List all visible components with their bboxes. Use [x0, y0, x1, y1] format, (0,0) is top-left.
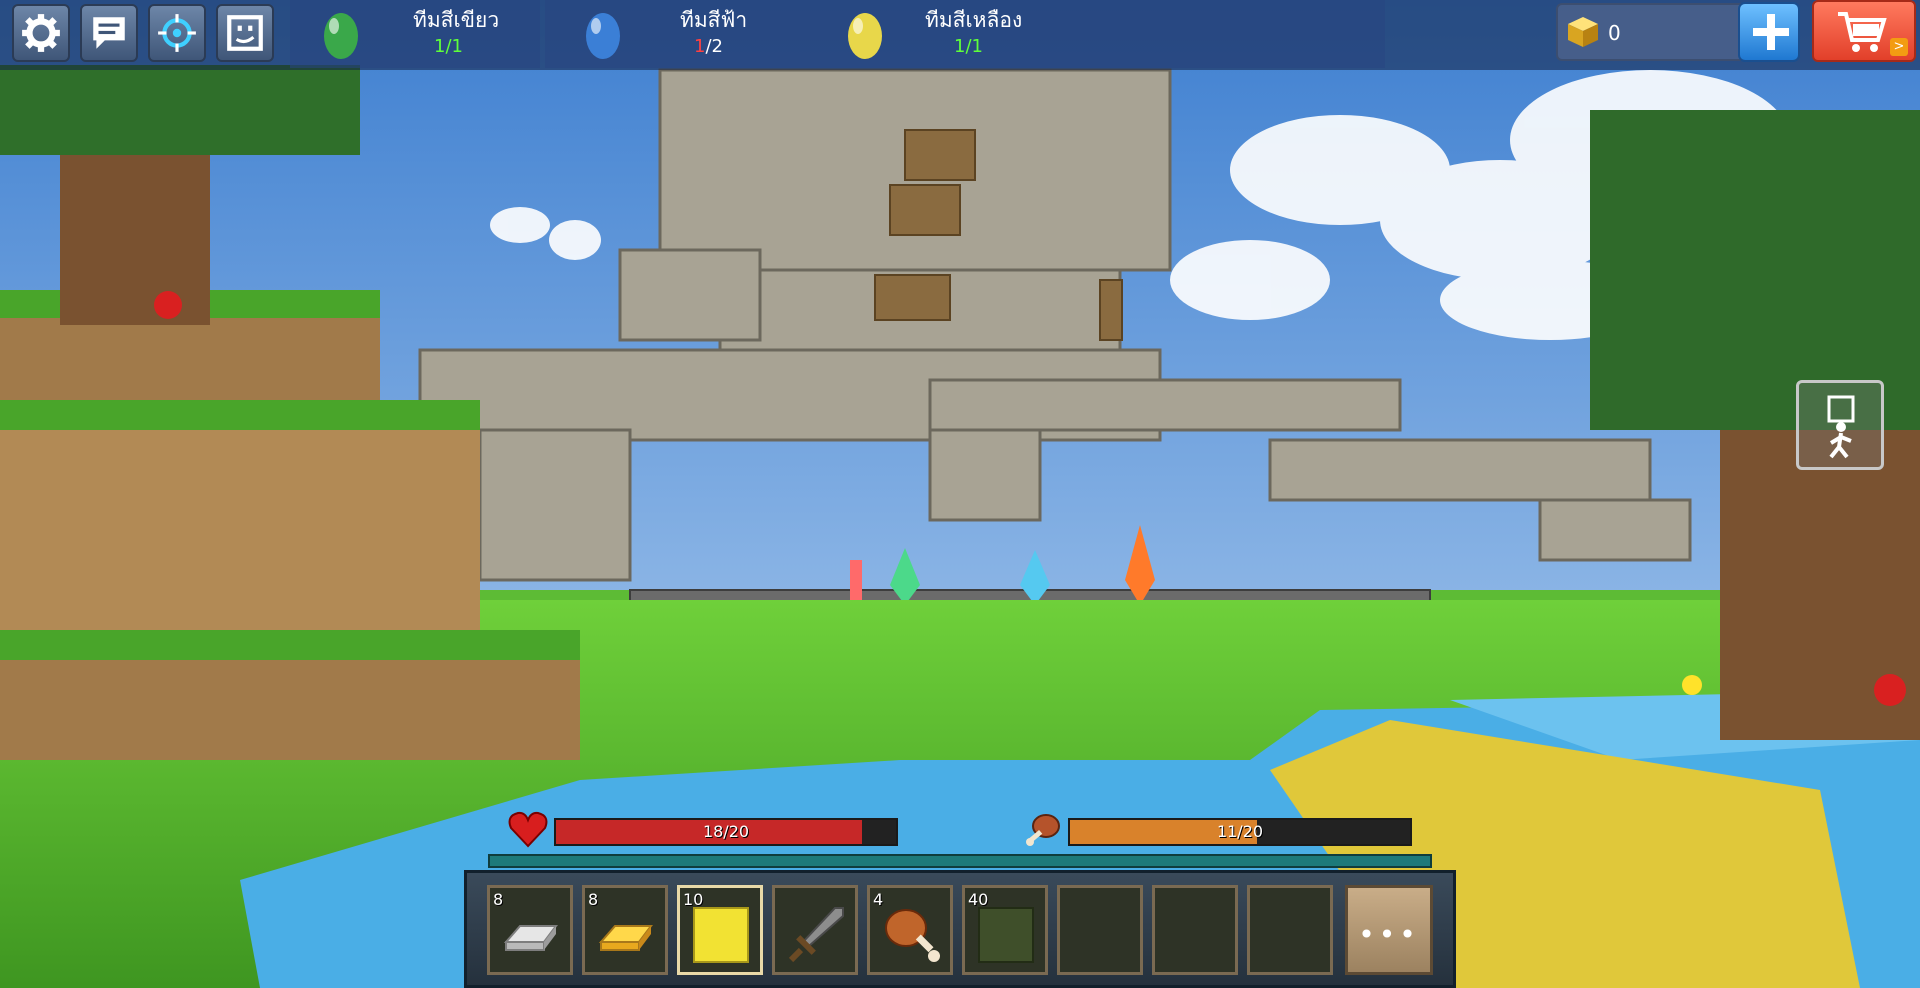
hotbar-slot-1[interactable]: 8 [487, 885, 573, 975]
emote-face-icon [227, 15, 263, 51]
egg-icon [324, 13, 358, 59]
team-yellow: ทีมสีเหลือง 1/1 [842, 0, 1082, 68]
hotbar-slot-8[interactable] [1152, 885, 1238, 975]
shopping-cart-icon [1838, 12, 1887, 52]
settings-button[interactable] [12, 4, 70, 62]
team-player-count: 1/1 [954, 36, 983, 57]
team-player-count: 1/1 [434, 36, 463, 57]
hotbar-slot-5[interactable]: 4 [867, 885, 953, 975]
yellow-wool-block-icon [693, 907, 749, 963]
chicken-leg-icon [885, 909, 940, 962]
egg-icon [586, 13, 620, 59]
hotbar-slot-6[interactable]: 40 [962, 885, 1048, 975]
gold-cube-icon [1568, 17, 1598, 47]
meat-icon [1026, 814, 1060, 846]
gear-icon [22, 14, 60, 52]
health-bar: 18/20 [554, 818, 898, 846]
iron-ingot-icon [503, 925, 558, 951]
person-walk-icon [1827, 395, 1855, 459]
hotbar-slot-7[interactable] [1057, 885, 1143, 975]
mossy-block-icon [978, 907, 1034, 963]
chat-bubble-icon [93, 17, 125, 49]
emote-button[interactable] [216, 4, 274, 62]
hotbar-slot-2[interactable]: 8 [582, 885, 668, 975]
stone-sword-icon [788, 907, 844, 963]
team-name: ทีมสีเหลือง [925, 8, 1023, 32]
hotbar-slot-4[interactable] [772, 885, 858, 975]
hunger-label: 11/20 [1216, 822, 1264, 841]
heart-icon [508, 811, 548, 848]
egg-icon [848, 13, 882, 59]
gold-ingot-icon [598, 925, 653, 951]
team-name: ทีมสีฟ้า [680, 8, 748, 32]
team-player-count: 1/2 [694, 36, 723, 57]
game-world-scene [0, 0, 1920, 988]
target-button[interactable] [148, 4, 206, 62]
camera-perspective-button[interactable] [1796, 380, 1884, 470]
chat-button[interactable] [80, 4, 138, 62]
currency-amount: 0 [1608, 21, 1621, 45]
hunger-bar: 11/20 [1068, 818, 1412, 846]
team-green: ทีมสีเขียว 1/1 [318, 0, 538, 68]
add-currency-button[interactable] [1738, 2, 1800, 62]
hotbar-slot-9[interactable] [1247, 885, 1333, 975]
experience-bar [488, 854, 1432, 868]
team-blue: ทีมสีฟ้า 1/2 [580, 0, 800, 68]
health-label: 18/20 [702, 822, 750, 841]
hotbar: 8 8 10 4 40 ••• [464, 870, 1456, 988]
more-dots: ••• [1358, 918, 1420, 951]
shop-arrow: > [1890, 38, 1908, 56]
inventory-more-button[interactable]: ••• [1345, 885, 1433, 975]
crosshair-icon [158, 14, 196, 52]
hotbar-slot-3[interactable]: 10 [677, 885, 763, 975]
team-name: ทีมสีเขียว [413, 8, 500, 32]
shop-button[interactable]: > [1812, 0, 1916, 62]
